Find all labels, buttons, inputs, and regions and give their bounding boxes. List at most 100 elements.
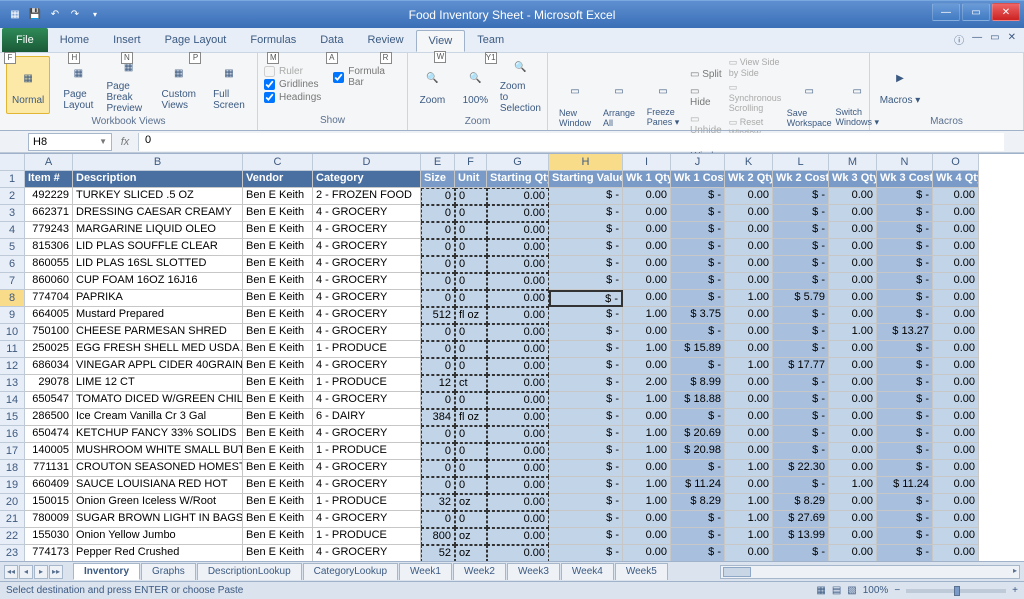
cell-H23[interactable]: $ - (549, 545, 623, 562)
row-header-10[interactable]: 10 (0, 324, 25, 341)
zoom-slider[interactable] (906, 589, 1006, 593)
namebox-dropdown-icon[interactable]: ▼ (99, 137, 107, 146)
cell-O21[interactable]: 0.00 (933, 511, 979, 528)
file-tab[interactable]: FileF (2, 28, 48, 52)
cell-A9[interactable]: 664005 (25, 307, 73, 324)
cell-M22[interactable]: 0.00 (829, 528, 877, 545)
cell-J15[interactable]: $ - (671, 409, 725, 426)
row-header-15[interactable]: 15 (0, 409, 25, 426)
check-formula-bar[interactable]: Formula Bar (333, 66, 401, 88)
row-header-11[interactable]: 11 (0, 341, 25, 358)
cell-K15[interactable]: 0.00 (725, 409, 773, 426)
save-workspace-button[interactable]: ▭SaveWorkspace (786, 74, 832, 132)
cell-J17[interactable]: $ 20.98 (671, 443, 725, 460)
cell-F7[interactable]: 0 (455, 273, 487, 290)
tab-insert[interactable]: InsertN (101, 30, 153, 52)
cell-B17[interactable]: MUSHROOM WHITE SMALL BUTTON (73, 443, 243, 460)
mdi-restore-icon[interactable]: ▭ (990, 32, 999, 47)
cell-I10[interactable]: 0.00 (623, 324, 671, 341)
cell-A4[interactable]: 779243 (25, 222, 73, 239)
tab-nav-prev[interactable]: ◂ (19, 565, 33, 579)
cell-B19[interactable]: SAUCE LOUISIANA RED HOT (73, 477, 243, 494)
cell-H17[interactable]: $ - (549, 443, 623, 460)
column-title[interactable]: Starting Qty (487, 171, 549, 188)
cell-N3[interactable]: $ - (877, 205, 933, 222)
cell-E7[interactable]: 0 (421, 273, 455, 290)
row-header-6[interactable]: 6 (0, 256, 25, 273)
tab-nav-last[interactable]: ▸▸ (49, 565, 63, 579)
cell-H9[interactable]: $ - (549, 307, 623, 324)
cell-H14[interactable]: $ - (549, 392, 623, 409)
cell-I15[interactable]: 0.00 (623, 409, 671, 426)
cell-K4[interactable]: 0.00 (725, 222, 773, 239)
freeze-panes---button[interactable]: ▭FreezePanes ▾ (642, 74, 684, 132)
sheet-tab-week2[interactable]: Week2 (453, 563, 506, 580)
cell-A18[interactable]: 771131 (25, 460, 73, 477)
cell-N7[interactable]: $ - (877, 273, 933, 290)
cell-A2[interactable]: 492229 (25, 188, 73, 205)
row-header-20[interactable]: 20 (0, 494, 25, 511)
cell-O20[interactable]: 0.00 (933, 494, 979, 511)
cell-L2[interactable]: $ - (773, 188, 829, 205)
cell-F22[interactable]: oz (455, 528, 487, 545)
row-header-3[interactable]: 3 (0, 205, 25, 222)
qat-dropdown-icon[interactable]: ▾ (86, 6, 104, 24)
cell-E12[interactable]: 0 (421, 358, 455, 375)
cell-D20[interactable]: 1 - PRODUCE (313, 494, 421, 511)
fx-icon[interactable]: fx (116, 136, 134, 148)
cell-D19[interactable]: 4 - GROCERY (313, 477, 421, 494)
cell-D17[interactable]: 1 - PRODUCE (313, 443, 421, 460)
cell-N10[interactable]: $ 13.27 (877, 324, 933, 341)
column-title[interactable]: Wk 3 Qty (829, 171, 877, 188)
tab-formulas[interactable]: FormulasM (238, 30, 308, 52)
cell-F20[interactable]: oz (455, 494, 487, 511)
cell-H11[interactable]: $ - (549, 341, 623, 358)
cell-E22[interactable]: 800 (421, 528, 455, 545)
cell-C17[interactable]: Ben E Keith (243, 443, 313, 460)
column-title[interactable]: Wk 1 Qty (623, 171, 671, 188)
col-header-I[interactable]: I (623, 154, 671, 171)
cell-N5[interactable]: $ - (877, 239, 933, 256)
cell-O2[interactable]: 0.00 (933, 188, 979, 205)
cell-K20[interactable]: 1.00 (725, 494, 773, 511)
check-gridlines[interactable]: Gridlines (264, 79, 321, 90)
cell-G6[interactable]: 0.00 (487, 256, 549, 273)
cell-C10[interactable]: Ben E Keith (243, 324, 313, 341)
cell-N18[interactable]: $ - (877, 460, 933, 477)
column-title[interactable]: Size (421, 171, 455, 188)
cell-C16[interactable]: Ben E Keith (243, 426, 313, 443)
redo-icon[interactable]: ↷ (66, 6, 84, 24)
cell-F13[interactable]: ct (455, 375, 487, 392)
tab-view[interactable]: ViewW (416, 30, 466, 52)
close-button[interactable]: ✕ (992, 3, 1020, 21)
cell-C11[interactable]: Ben E Keith (243, 341, 313, 358)
cell-L14[interactable]: $ - (773, 392, 829, 409)
cell-B22[interactable]: Onion Yellow Jumbo (73, 528, 243, 545)
cell-F3[interactable]: 0 (455, 205, 487, 222)
cell-N13[interactable]: $ - (877, 375, 933, 392)
help-icon[interactable]: ⓘ (954, 32, 964, 47)
cell-N19[interactable]: $ 11.24 (877, 477, 933, 494)
cell-B2[interactable]: TURKEY SLICED .5 OZ (73, 188, 243, 205)
cell-E2[interactable]: 0 (421, 188, 455, 205)
cell-O14[interactable]: 0.00 (933, 392, 979, 409)
sheet-tab-inventory[interactable]: Inventory (73, 563, 140, 580)
sheet-tab-week3[interactable]: Week3 (507, 563, 560, 580)
cell-M4[interactable]: 0.00 (829, 222, 877, 239)
cell-L3[interactable]: $ - (773, 205, 829, 222)
cell-G2[interactable]: 0.00 (487, 188, 549, 205)
cell-O8[interactable]: 0.00 (933, 290, 979, 307)
page-break-preview-button[interactable]: ▦PageBreak Preview (107, 56, 151, 114)
cell-I19[interactable]: 1.00 (623, 477, 671, 494)
cell-E4[interactable]: 0 (421, 222, 455, 239)
cell-M10[interactable]: 1.00 (829, 324, 877, 341)
new-window-button[interactable]: ▭NewWindow (554, 74, 596, 132)
full-screen-button[interactable]: ▦FullScreen (207, 56, 251, 114)
tab-home[interactable]: HomeH (48, 30, 101, 52)
cell-L16[interactable]: $ - (773, 426, 829, 443)
cell-H15[interactable]: $ - (549, 409, 623, 426)
row-header-14[interactable]: 14 (0, 392, 25, 409)
sheet-tab-week4[interactable]: Week4 (561, 563, 614, 580)
cell-O3[interactable]: 0.00 (933, 205, 979, 222)
col-header-O[interactable]: O (933, 154, 979, 171)
